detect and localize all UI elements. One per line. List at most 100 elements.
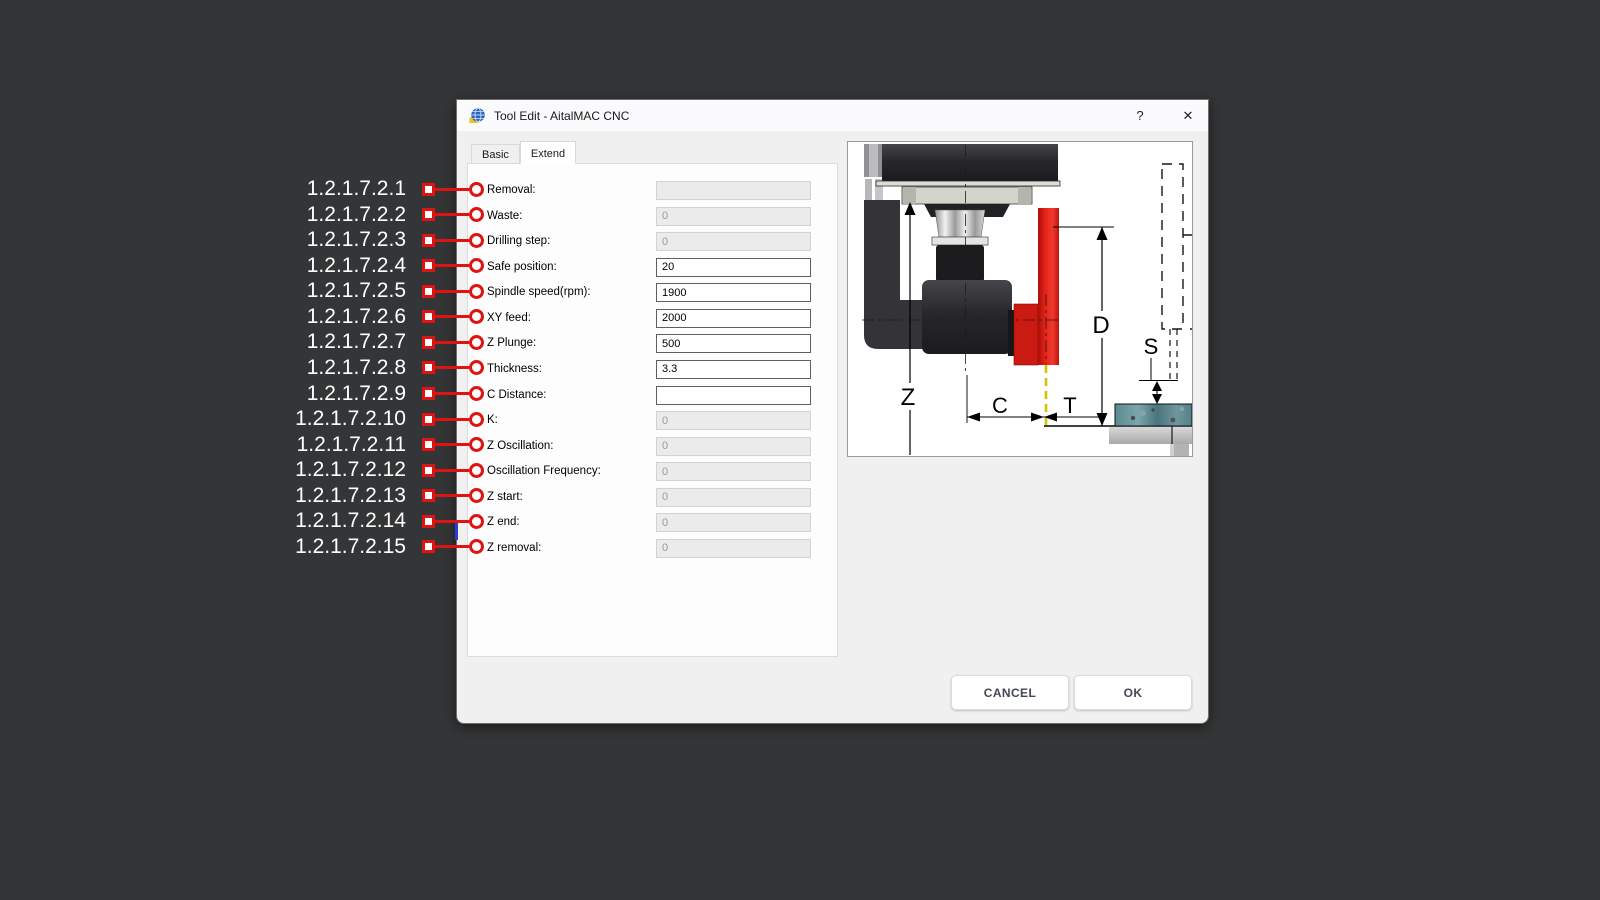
field-input-z-removal: [656, 539, 811, 558]
form-row-z-start: Z start:: [468, 488, 837, 508]
dialog-title: Tool Edit - AitalMAC CNC: [494, 109, 629, 123]
annotation-row: 1.2.1.7.2.8: [150, 357, 484, 379]
field-label-safe-position: Safe position:: [487, 261, 557, 273]
annotation-row: 1.2.1.7.2.12: [150, 459, 484, 481]
form-row-c-distance: C Distance:: [468, 386, 837, 406]
annotation-row: 1.2.1.7.2.3: [150, 229, 484, 251]
field-label-removal: Removal:: [487, 184, 536, 196]
annotation-circle-marker: [469, 258, 484, 273]
annotation-number: 1.2.1.7.2.15: [295, 536, 406, 558]
annotation-connector-line: [435, 315, 469, 318]
field-input-oscillation-frequency: [656, 462, 811, 481]
field-input-z-oscillation: [656, 437, 811, 456]
annotation-connector-line: [435, 469, 469, 472]
ok-button[interactable]: OK: [1074, 675, 1192, 710]
annotation-connector-line: [435, 443, 469, 446]
annotation-connector-line: [435, 239, 469, 242]
field-input-xy-feed[interactable]: [656, 309, 811, 328]
field-input-c-distance[interactable]: [656, 386, 811, 405]
field-label-z-oscillation: Z Oscillation:: [487, 440, 553, 452]
annotation-number: 1.2.1.7.2.3: [307, 229, 406, 251]
annotation-row: 1.2.1.7.2.13: [150, 485, 484, 507]
annotation-square-marker: [422, 310, 435, 323]
annotation-number: 1.2.1.7.2.9: [307, 383, 406, 405]
field-label-z-end: Z end:: [487, 516, 520, 528]
form-row-removal: Removal:: [468, 181, 837, 201]
close-button[interactable]: ✕: [1180, 108, 1196, 124]
field-label-spindle-speedrpm: Spindle speed(rpm):: [487, 286, 591, 298]
annotation-square-marker: [422, 208, 435, 221]
cancel-button[interactable]: CANCEL: [951, 675, 1069, 710]
annotation-row: 1.2.1.7.2.2: [150, 204, 484, 226]
annotation-connector-line: [435, 188, 469, 191]
annotation-number: 1.2.1.7.2.12: [295, 459, 406, 481]
field-label-z-removal: Z removal:: [487, 542, 541, 554]
annotation-number: 1.2.1.7.2.8: [307, 357, 406, 379]
annotation-circle-marker: [469, 335, 484, 350]
form-row-z-oscillation: Z Oscillation:: [468, 437, 837, 457]
tab-basic[interactable]: Basic: [471, 144, 520, 164]
dialog-titlebar: Tool Edit - AitalMAC CNC ? ✕: [457, 100, 1208, 131]
dim-label-c: C: [992, 393, 1008, 418]
field-input-spindle-speedrpm[interactable]: [656, 283, 811, 302]
help-button[interactable]: ?: [1132, 108, 1148, 124]
annotation-connector-line: [435, 213, 469, 216]
form-row-k: K:: [468, 411, 837, 431]
form-row-drilling-step: Drilling step:: [468, 232, 837, 252]
annotation-row: 1.2.1.7.2.5: [150, 280, 484, 302]
field-input-z-end: [656, 513, 811, 532]
annotation-square-marker: [422, 361, 435, 374]
window-edge-artifact: [455, 523, 458, 540]
annotation-connector-line: [435, 290, 469, 293]
annotation-connector-line: [435, 366, 469, 369]
annotation-circle-marker: [469, 207, 484, 222]
annotation-circle-marker: [469, 360, 484, 375]
annotation-square-marker: [422, 259, 435, 272]
annotation-square-marker: [422, 336, 435, 349]
field-input-waste: [656, 207, 811, 226]
annotation-number: 1.2.1.7.2.6: [307, 306, 406, 328]
annotation-connector-line: [435, 418, 469, 421]
annotation-circle-marker: [469, 309, 484, 324]
form-row-safe-position: Safe position:: [468, 258, 837, 278]
screen: Tool Edit - AitalMAC CNC ? ✕ Basic Exten…: [0, 0, 1600, 900]
annotation-row: 1.2.1.7.2.14: [150, 510, 484, 532]
annotation-square-marker: [422, 387, 435, 400]
annotation-row: 1.2.1.7.2.6: [150, 306, 484, 328]
form-row-z-end: Z end:: [468, 513, 837, 533]
dim-label-z: Z: [901, 384, 916, 411]
annotation-circle-marker: [469, 488, 484, 503]
form-row-oscillation-frequency: Oscillation Frequency:: [468, 462, 837, 482]
annotation-number: 1.2.1.7.2.4: [307, 255, 406, 277]
annotation-square-marker: [422, 515, 435, 528]
annotation-circle-marker: [469, 412, 484, 427]
annotation-square-marker: [422, 183, 435, 196]
dim-label-d: D: [1092, 312, 1109, 339]
form-row-xy-feed: XY feed:: [468, 309, 837, 329]
field-input-k: [656, 411, 811, 430]
field-input-z-start: [656, 488, 811, 507]
annotation-circle-marker: [469, 284, 484, 299]
field-input-thickness[interactable]: [656, 360, 811, 379]
field-label-k: K:: [487, 414, 498, 426]
annotation-row: 1.2.1.7.2.4: [150, 255, 484, 277]
annotation-square-marker: [422, 234, 435, 247]
tab-strip: Basic Extend: [471, 141, 576, 164]
field-label-c-distance: C Distance:: [487, 389, 546, 401]
annotation-square-marker: [422, 413, 435, 426]
field-input-drilling-step: [656, 232, 811, 251]
annotation-circle-marker: [469, 463, 484, 478]
field-label-xy-feed: XY feed:: [487, 312, 531, 324]
form-row-thickness: Thickness:: [468, 360, 837, 380]
annotation-circle-marker: [469, 437, 484, 452]
annotation-row: 1.2.1.7.2.7: [150, 331, 484, 353]
annotation-number: 1.2.1.7.2.14: [295, 510, 406, 532]
annotation-number: 1.2.1.7.2.10: [295, 408, 406, 430]
annotation-square-marker: [422, 540, 435, 553]
form-row-waste: Waste:: [468, 207, 837, 227]
annotation-number: 1.2.1.7.2.1: [307, 178, 406, 200]
tab-extend[interactable]: Extend: [520, 141, 576, 164]
field-input-z-plunge[interactable]: [656, 334, 811, 353]
field-input-safe-position[interactable]: [656, 258, 811, 277]
tool-edit-dialog: Tool Edit - AitalMAC CNC ? ✕ Basic Exten…: [456, 99, 1209, 724]
